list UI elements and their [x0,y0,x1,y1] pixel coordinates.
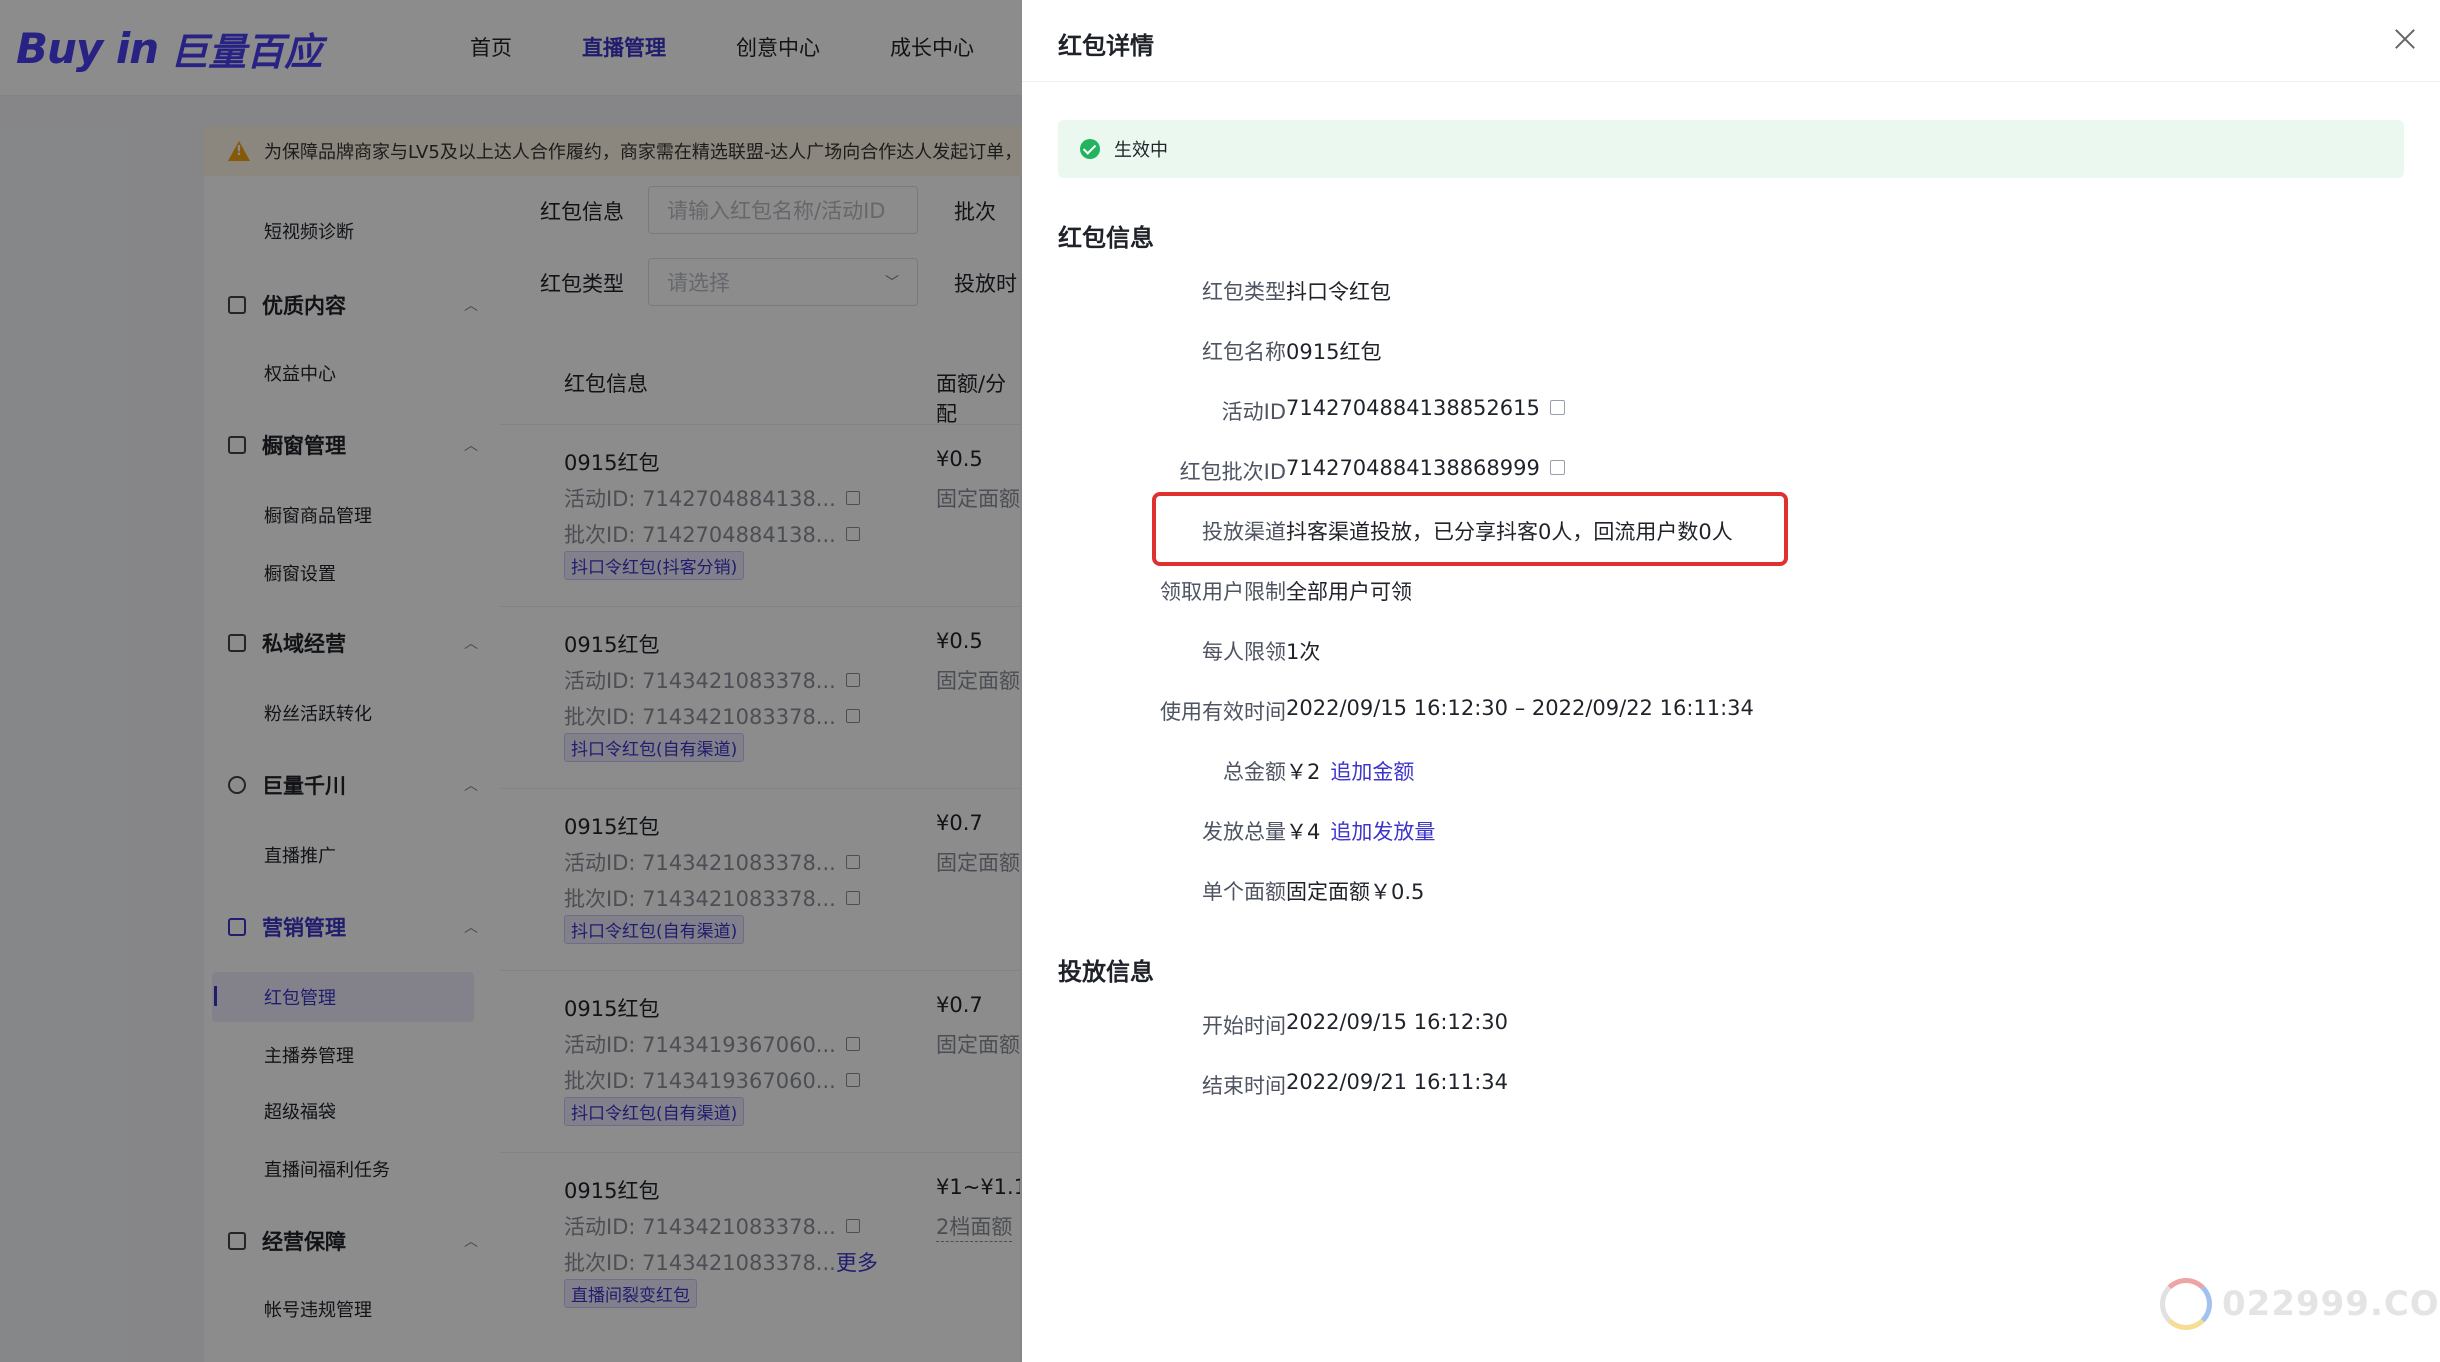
check-circle-icon [1080,139,1100,159]
field-label-channel: 投放渠道 [1202,520,1286,544]
field-label-start-time: 开始时间 [1202,1014,1286,1038]
section-title-redpacket-info: 红包信息 [1058,224,1154,252]
close-icon[interactable] [2390,24,2420,54]
field-label-activity-id: 活动ID [1221,400,1286,424]
status-text: 生效中 [1114,140,1168,161]
redpacket-detail-drawer: 红包详情 生效中 红包信息 红包类型 抖口令红包 红包名称 0915红包 活动I… [1022,0,2440,1362]
field-value-start-time: 2022/09/15 16:12:30 [1286,1010,1509,1034]
modal-mask[interactable] [0,0,1022,1362]
add-amount-link[interactable]: 追加金额 [1330,760,1414,784]
field-value-unit-amount: 固定面额￥0.5 [1286,880,1425,904]
field-label-batch-id: 红包批次ID [1179,460,1286,484]
site-watermark: 022999.COM [2160,1278,2440,1330]
field-label-user-limit: 领取用户限制 [1160,580,1286,604]
field-label-name: 红包名称 [1202,340,1286,364]
watermark-logo-icon [2160,1278,2212,1330]
field-label-type: 红包类型 [1202,280,1286,304]
field-label-total-amount: 总金额 [1223,760,1286,784]
field-value-total-amount: ￥2 追加金额 [1286,760,1415,784]
field-label-unit-amount: 单个面额 [1202,880,1286,904]
section-title-delivery-info: 投放信息 [1058,958,1154,986]
field-value-type: 抖口令红包 [1286,280,1391,304]
field-value-batch-id: 7142704884138868999 [1286,456,1565,480]
field-label-per-user: 每人限领 [1202,640,1286,664]
drawer-title: 红包详情 [1058,32,1154,60]
field-value-total-count: ￥4 追加发放量 [1286,820,1436,844]
field-value-activity-id: 7142704884138852615 [1286,396,1565,420]
field-label-end-time: 结束时间 [1202,1074,1286,1098]
add-quantity-link[interactable]: 追加发放量 [1330,820,1435,844]
field-value-user-limit: 全部用户可领 [1286,580,1412,604]
status-banner: 生效中 [1058,120,2404,178]
field-label-valid-time: 使用有效时间 [1160,700,1286,724]
drawer-header: 红包详情 [1022,0,2440,82]
field-value-end-time: 2022/09/21 16:11:34 [1286,1070,1509,1094]
field-value-valid-time: 2022/09/15 16:12:30 – 2022/09/22 16:11:3… [1286,696,1754,720]
field-label-total-count: 发放总量 [1202,820,1286,844]
field-value-name: 0915红包 [1286,340,1382,364]
copy-icon[interactable] [1549,459,1565,475]
field-value-per-user: 1次 [1286,640,1321,664]
copy-icon[interactable] [1549,399,1565,415]
watermark-text: 022999.COM [2222,1284,2440,1324]
field-value-channel: 抖客渠道投放，已分享抖客0人，回流用户数0人 [1286,520,1733,544]
